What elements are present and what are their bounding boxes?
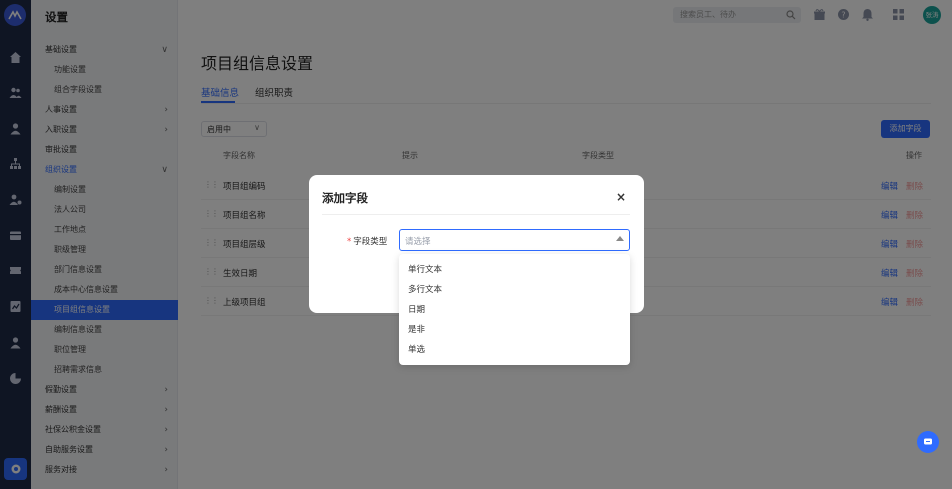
select-placeholder: 请选择 (405, 237, 431, 247)
field-type-label-text: 字段类型 (353, 237, 388, 247)
dialog-title: 添加字段 (322, 191, 368, 205)
dialog-divider (322, 214, 630, 215)
option-single-line-text[interactable]: 单行文本 (399, 260, 630, 280)
option-yes-no[interactable]: 是非 (399, 320, 630, 340)
field-type-label: * 字段类型 (347, 235, 387, 247)
option-date[interactable]: 日期 (399, 300, 630, 320)
close-icon[interactable]: × (616, 190, 626, 204)
option-multi-line-text[interactable]: 多行文本 (399, 280, 630, 300)
required-mark: * (347, 237, 352, 247)
field-type-dropdown: 单行文本 多行文本 日期 是非 单选 (399, 254, 630, 365)
option-single-choice[interactable]: 单选 (399, 340, 630, 360)
chevron-up-icon (616, 236, 624, 241)
field-type-select[interactable]: 请选择 (399, 229, 630, 251)
chat-support-icon[interactable] (917, 431, 939, 453)
